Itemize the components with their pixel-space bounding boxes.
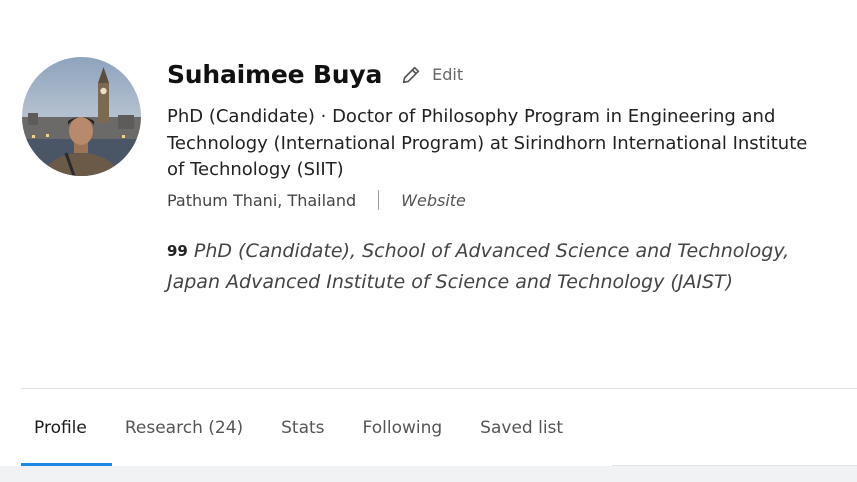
location-text: Pathum Thani, Thailand: [167, 190, 357, 210]
profile-headline: PhD (Candidate) · Doctor of Philosophy P…: [167, 106, 808, 180]
meta-row: Pathum Thani, Thailand Website: [167, 190, 466, 210]
pencil-icon: [400, 64, 422, 86]
avatar[interactable]: [22, 57, 141, 176]
profile-page: Suhaimee Buya Edit PhD (Candidate) · Doc…: [0, 0, 857, 482]
profile-name: Suhaimee Buya: [167, 60, 383, 89]
quote-icon: 99: [167, 242, 188, 260]
tab-saved-list[interactable]: Saved list: [467, 389, 588, 466]
quote-text: PhD (Candidate), School of Advanced Scie…: [167, 240, 790, 293]
tab-label: Research (24): [124, 417, 244, 438]
tab-stats[interactable]: Stats: [268, 389, 349, 466]
edit-label: Edit: [432, 65, 464, 84]
meta-divider: [378, 190, 380, 210]
profile-tabs: Profile Research (24) Stats Following Sa…: [21, 389, 588, 466]
website-link[interactable]: Website: [401, 191, 466, 210]
avatar-photo: [22, 57, 141, 176]
tab-label: Profile: [34, 417, 87, 438]
tab-following[interactable]: Following: [350, 389, 468, 466]
tab-label: Following: [362, 417, 443, 438]
profile-quote: 99 PhD (Candidate), School of Advanced Sc…: [167, 236, 827, 297]
tab-profile[interactable]: Profile: [21, 389, 112, 466]
content-background: [0, 466, 857, 482]
tab-label: Saved list: [480, 417, 564, 438]
tab-label: Stats: [281, 417, 325, 438]
name-row: Suhaimee Buya Edit: [167, 60, 463, 89]
tab-research[interactable]: Research (24): [112, 389, 268, 466]
edit-button[interactable]: Edit: [400, 64, 463, 86]
